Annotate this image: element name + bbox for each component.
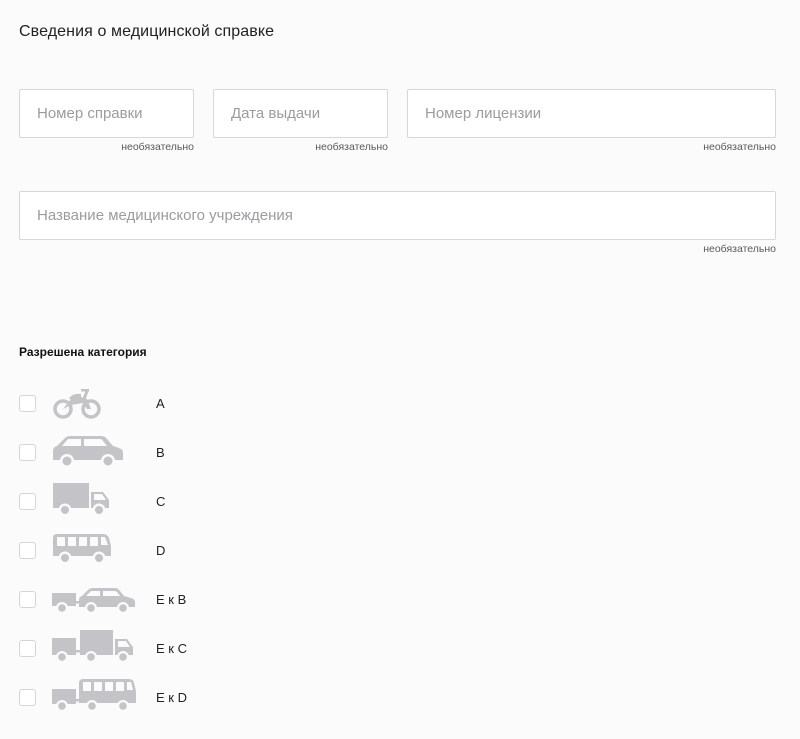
category-d-checkbox[interactable] — [19, 542, 36, 559]
category-e-c-checkbox[interactable] — [19, 640, 36, 657]
category-e-d-label: E к D — [156, 690, 187, 705]
motorcycle-icon — [51, 385, 141, 421]
license-number-optional-hint: необязательно — [703, 141, 776, 153]
category-a-checkbox[interactable] — [19, 395, 36, 412]
category-d-label: D — [156, 543, 166, 558]
category-b-label: B — [156, 445, 165, 460]
bus-trailer-icon — [51, 679, 141, 715]
truck-trailer-icon — [51, 630, 141, 666]
cert-number-field[interactable] — [19, 89, 194, 138]
issue-date-input[interactable] — [214, 90, 387, 137]
category-row-c[interactable]: C — [19, 483, 319, 517]
category-row-e-c[interactable]: E к C — [19, 630, 319, 663]
car-trailer-icon — [51, 581, 141, 617]
bus-icon — [51, 532, 141, 568]
category-a-label: A — [156, 396, 165, 411]
category-row-d[interactable]: D — [19, 534, 319, 565]
category-row-e-d[interactable]: E к D — [19, 679, 319, 712]
category-row-b[interactable]: B — [19, 436, 319, 468]
license-number-input[interactable] — [408, 90, 775, 137]
institution-name-input[interactable] — [20, 192, 775, 239]
car-icon — [51, 434, 141, 470]
issue-date-field[interactable] — [213, 89, 388, 138]
truck-icon — [51, 483, 141, 519]
category-e-d-checkbox[interactable] — [19, 689, 36, 706]
medical-certificate-form: Сведения о медицинской справке необязате… — [0, 0, 800, 739]
category-b-checkbox[interactable] — [19, 444, 36, 461]
issue-date-optional-hint: необязательно — [315, 141, 388, 153]
category-e-c-label: E к C — [156, 641, 187, 656]
categories-title: Разрешена категория — [19, 345, 147, 359]
category-c-label: C — [156, 494, 166, 509]
category-row-e-b[interactable]: E к B — [19, 587, 319, 614]
cert-number-optional-hint: необязательно — [121, 141, 194, 153]
category-c-checkbox[interactable] — [19, 493, 36, 510]
institution-optional-hint: необязательно — [703, 243, 776, 255]
category-row-a[interactable]: A — [19, 389, 319, 419]
cert-number-input[interactable] — [20, 90, 193, 137]
license-number-field[interactable] — [407, 89, 776, 138]
institution-name-field[interactable] — [19, 191, 776, 240]
category-e-b-checkbox[interactable] — [19, 591, 36, 608]
category-e-b-label: E к B — [156, 592, 187, 607]
section-title: Сведения о медицинской справке — [19, 23, 275, 40]
